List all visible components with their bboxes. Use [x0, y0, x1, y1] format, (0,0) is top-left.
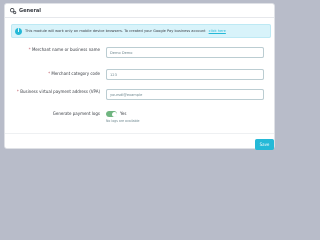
panel-title: General [19, 7, 41, 14]
general-panel: General i This module will work only on … [4, 3, 275, 150]
info-icon: i [15, 27, 22, 35]
vpa-input[interactable]: yoursdl@example [106, 89, 264, 100]
save-button[interactable]: Save [255, 139, 274, 150]
required-marker: * [48, 71, 51, 76]
payment-logs-toggle-label: Yes [120, 110, 127, 116]
vpa-label-text: Business virtual payment address (VPA) [20, 89, 100, 94]
payment-logs-toggle[interactable] [106, 111, 117, 117]
required-marker: * [28, 47, 31, 52]
vpa-label: * Business virtual payment address (VPA) [14, 89, 100, 95]
info-alert: i This module will work only on mobile d… [11, 24, 271, 38]
merchant-category-label-text: Merchant category code [51, 71, 100, 76]
merchant-category-input[interactable]: 123 [106, 69, 264, 80]
required-marker: * [16, 89, 19, 94]
panel-footer-divider [5, 133, 274, 134]
payment-logs-help: No logs are available [106, 119, 140, 123]
merchant-name-label: * Merchant name or business name [14, 47, 100, 53]
merchant-name-label-text: Merchant name or business name [31, 47, 100, 52]
toggle-knob [111, 111, 117, 117]
payment-logs-label: Generate payment logs [52, 111, 100, 116]
merchant-category-label: * Merchant category code [14, 71, 100, 77]
panel-header: General [5, 4, 274, 18]
gears-icon [9, 7, 17, 15]
alert-link[interactable]: click here [209, 29, 226, 33]
merchant-name-input[interactable]: Demo Demo [106, 47, 264, 58]
alert-text: This module will work only on mobile dev… [25, 29, 206, 33]
